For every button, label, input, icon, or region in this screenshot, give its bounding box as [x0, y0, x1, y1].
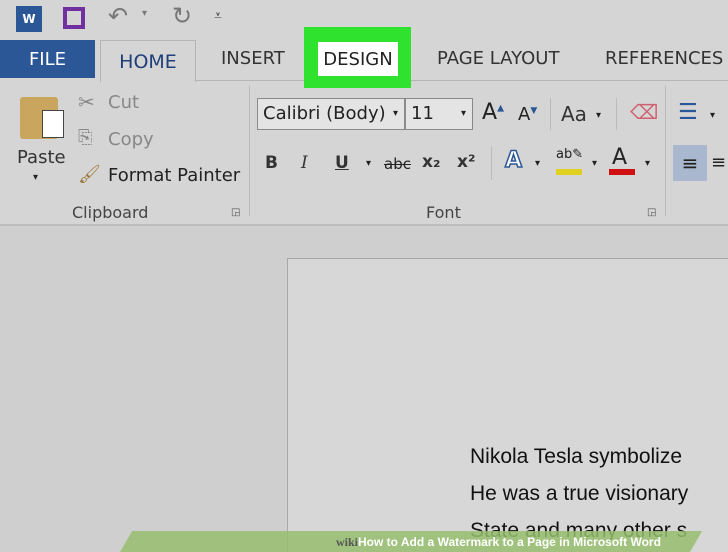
clipboard-launcher-icon[interactable]: ◲	[231, 207, 240, 218]
undo-dropdown-icon[interactable]: ▾	[142, 8, 147, 19]
text-effects-icon[interactable]: A	[504, 147, 523, 174]
bullets-icon[interactable]: ☰	[678, 100, 698, 125]
subscript-button[interactable]: x₂	[422, 152, 440, 172]
redo-icon[interactable]: ↻	[172, 2, 192, 30]
underline-dropdown-icon[interactable]: ▾	[366, 158, 371, 169]
tab-file[interactable]: FILE	[0, 40, 95, 78]
font-color-icon[interactable]: A	[612, 145, 627, 170]
italic-button[interactable]: I	[301, 153, 308, 173]
font-name-value: Calibri (Body)	[263, 103, 386, 124]
tab-page-layout[interactable]: PAGE LAYOUT	[437, 48, 559, 69]
align-center-button[interactable]: ≡	[711, 145, 726, 181]
clear-formatting-icon[interactable]: ⌫	[630, 100, 658, 124]
strikethrough-button[interactable]: abc	[384, 155, 411, 173]
document-line: Nikola Tesla symbolize	[470, 445, 683, 468]
group-separator	[665, 86, 666, 216]
scissors-icon: ✂	[78, 90, 95, 114]
tab-references[interactable]: REFERENCES	[605, 48, 723, 69]
paste-button[interactable]: Paste	[17, 147, 66, 168]
font-color-dropdown-icon[interactable]: ▾	[645, 158, 650, 169]
wikihow-logo: wiki	[336, 535, 359, 549]
text-effects-dropdown-icon[interactable]: ▾	[535, 158, 540, 169]
separator	[491, 146, 492, 180]
shrink-font-icon[interactable]: A▼	[518, 104, 537, 125]
font-color-bar	[609, 169, 635, 175]
bullets-dropdown-icon[interactable]: ▾	[710, 110, 715, 121]
separator	[550, 98, 551, 130]
chevron-down-icon: ▾	[460, 108, 466, 119]
tab-divider	[196, 80, 728, 81]
group-separator	[249, 86, 250, 216]
align-left-button[interactable]: ≡	[673, 145, 707, 181]
bold-button[interactable]: B	[265, 153, 278, 173]
separator	[616, 98, 617, 130]
clipboard-group-label: Clipboard	[72, 203, 149, 222]
font-launcher-icon[interactable]: ◲	[647, 207, 656, 218]
format-painter-icon: 🖌	[78, 164, 101, 185]
format-painter-button[interactable]: Format Painter	[108, 165, 240, 186]
highlight-icon[interactable]: ab✎	[556, 147, 583, 162]
tab-design[interactable]: DESIGN	[318, 42, 398, 76]
tab-insert[interactable]: INSERT	[221, 48, 285, 69]
change-case-dropdown-icon[interactable]: ▾	[596, 110, 601, 121]
paste-page-icon	[42, 110, 64, 138]
chevron-down-icon: ▾	[392, 108, 398, 119]
underline-button[interactable]: U	[335, 153, 349, 173]
paste-dropdown-icon[interactable]: ▾	[33, 172, 38, 183]
superscript-button[interactable]: x²	[457, 152, 475, 172]
change-case-button[interactable]: Aa	[561, 102, 587, 126]
highlight-dropdown-icon[interactable]: ▾	[592, 158, 597, 169]
copy-icon: ⎘	[78, 127, 93, 148]
font-name-dropdown[interactable]: Calibri (Body) ▾	[257, 98, 405, 130]
save-icon[interactable]	[63, 7, 85, 29]
document-page[interactable]	[287, 258, 728, 552]
cut-button[interactable]: Cut	[108, 92, 139, 113]
grow-font-icon[interactable]: A▲	[482, 100, 504, 125]
undo-icon[interactable]: ↶	[108, 2, 128, 30]
document-line: He was a true visionary	[470, 482, 689, 505]
font-group-label: Font	[426, 203, 461, 222]
customize-toolbar-icon[interactable]: ⩡	[214, 8, 222, 24]
watermark-title: How to Add a Watermark to a Page in Micr…	[358, 535, 661, 549]
word-icon: W	[16, 6, 42, 32]
watermark-caption: wikiHow to Add a Watermark to a Page in …	[336, 535, 661, 550]
font-size-dropdown[interactable]: 11 ▾	[405, 98, 473, 130]
highlight-color-bar	[556, 169, 582, 175]
copy-button[interactable]: Copy	[108, 129, 154, 150]
tab-home[interactable]: HOME	[100, 40, 196, 82]
font-size-value: 11	[411, 103, 434, 124]
